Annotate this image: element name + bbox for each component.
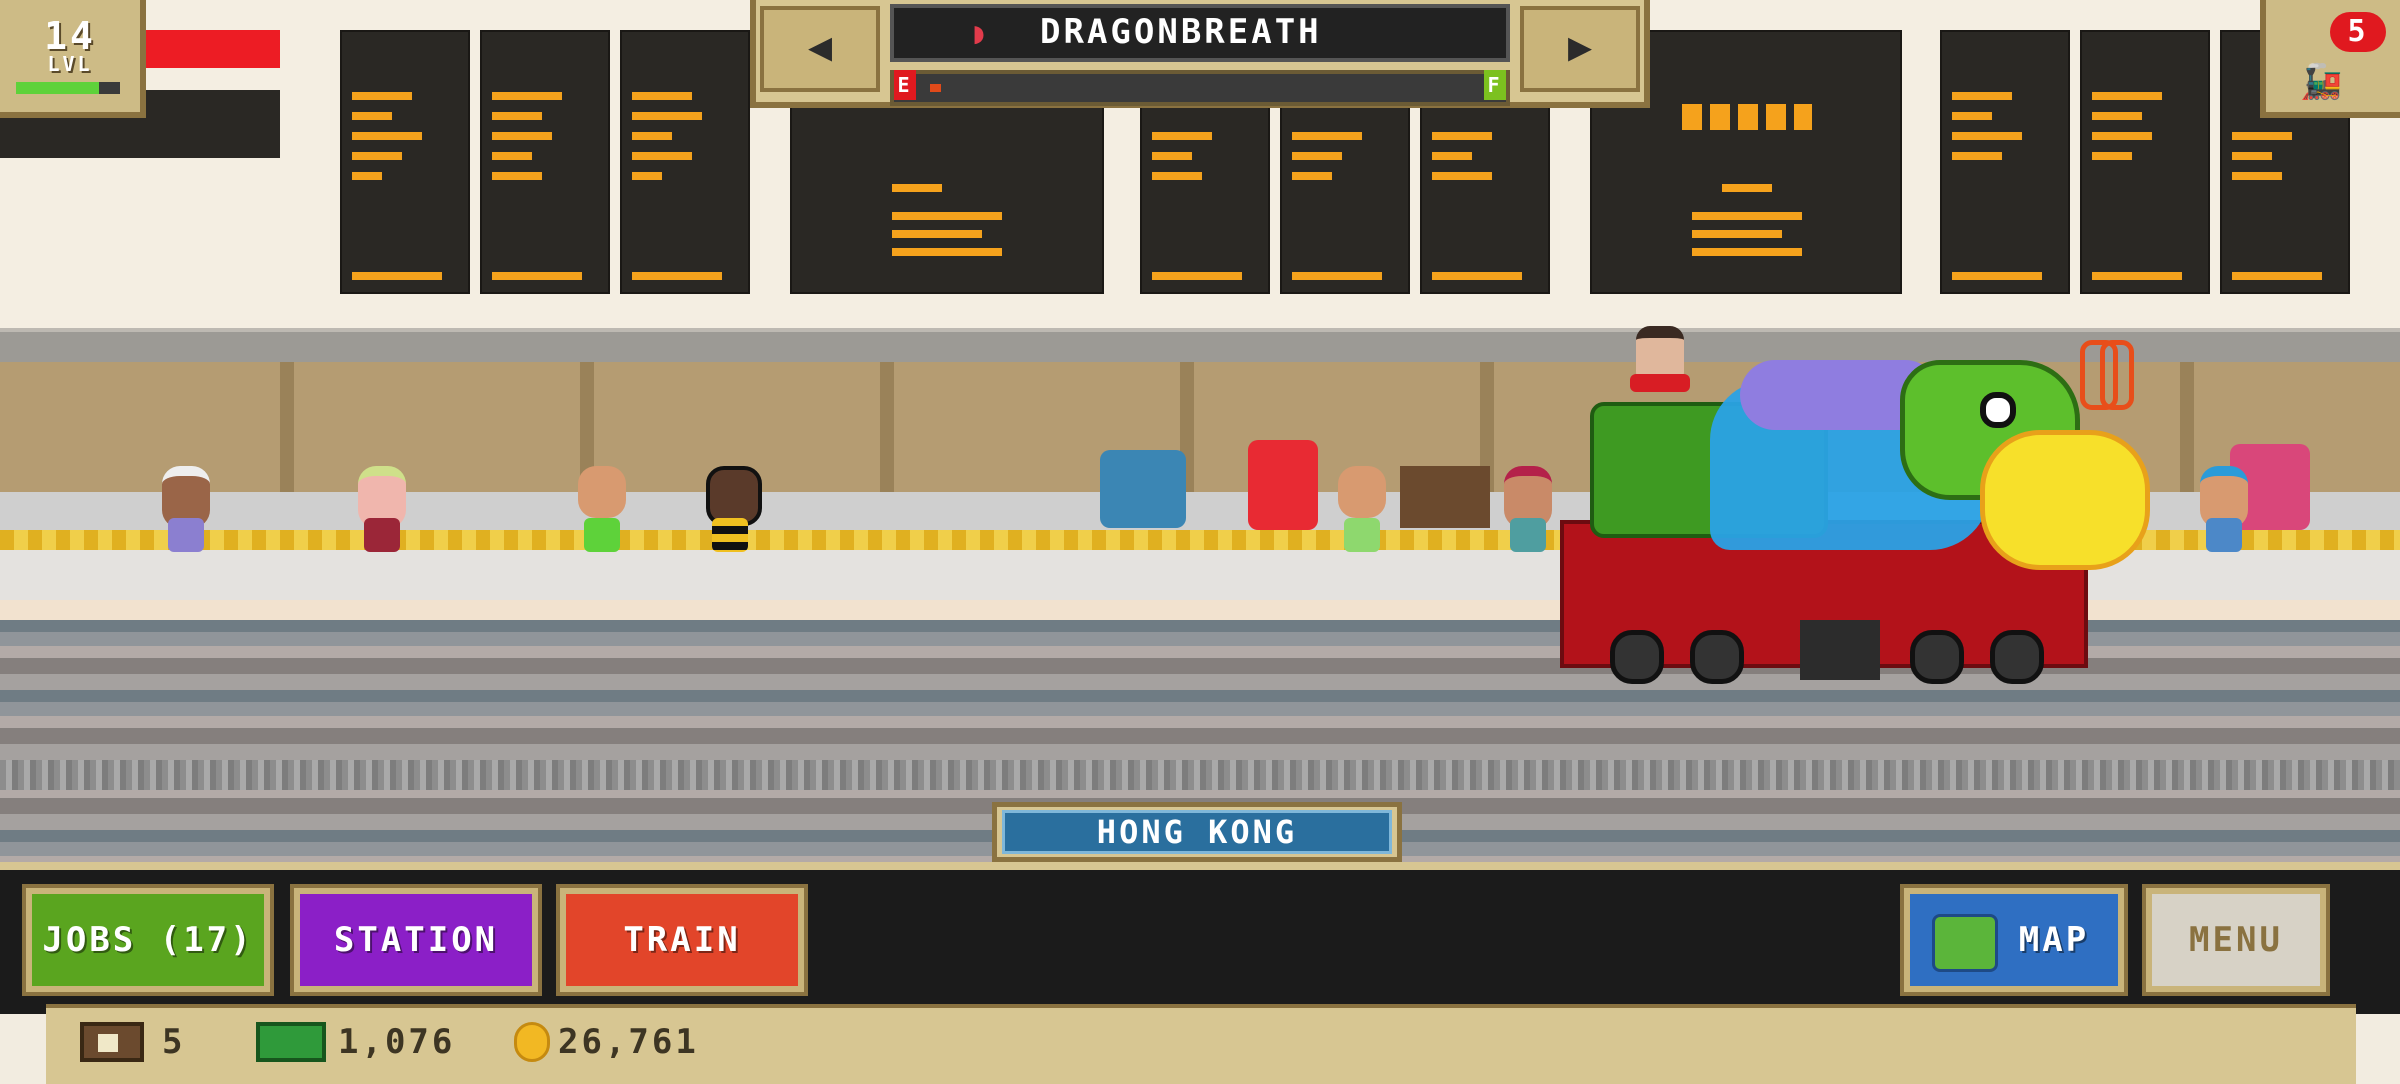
pillar (880, 362, 894, 494)
train-button-label: TRAIN (623, 920, 741, 960)
next-engine-button[interactable]: ▶ (1520, 6, 1640, 92)
dragon-head-icon: ◗ (970, 16, 989, 51)
station-button-label: STATION (333, 920, 499, 960)
locomotive-wheel (1990, 630, 2044, 684)
prev-engine-button[interactable]: ◀ (760, 6, 880, 92)
locomotive-wheel (1690, 630, 1744, 684)
arrow-left-icon: ◀ (807, 24, 833, 70)
menu-button[interactable]: MENU (2142, 884, 2330, 996)
passenger[interactable] (354, 466, 410, 562)
fuel-full-label: F (1484, 70, 1506, 100)
station-scene (0, 0, 2400, 870)
dragonbreath-locomotive[interactable] (1560, 320, 2160, 700)
departure-board (480, 30, 610, 294)
ticket-count: 5 (162, 1022, 186, 1062)
ticket-icon (80, 1022, 144, 1062)
level-label: LVL (47, 52, 93, 76)
jobs-button[interactable]: JOBS (17) (22, 884, 274, 996)
locomotive-wheel (1910, 630, 1964, 684)
engine-name: DRAGONBREATH (1040, 12, 1322, 52)
jobs-button-label: JOBS (17) (42, 920, 254, 960)
passenger[interactable] (574, 466, 630, 562)
departure-board (2080, 30, 2210, 294)
dragon-eye (1980, 392, 2016, 428)
cash-icon (256, 1022, 326, 1062)
dragon-beard (1980, 430, 2150, 570)
red-sign (140, 30, 280, 68)
station-name: HONG KONG (1002, 810, 1392, 854)
locomotive-wheel (1610, 630, 1664, 684)
passenger[interactable] (1500, 466, 1556, 562)
passenger[interactable] (158, 466, 214, 562)
fuel-empty-label: E (894, 70, 916, 100)
train-button[interactable]: TRAIN (556, 884, 808, 996)
map-button[interactable]: MAP (1900, 884, 2128, 996)
level-progress-fill (16, 82, 100, 94)
dragon-horn (2100, 340, 2134, 410)
pillar (280, 362, 294, 494)
coin-count: 26,761 (558, 1022, 699, 1062)
luggage-bag[interactable] (1100, 450, 1186, 528)
station-button[interactable]: STATION (290, 884, 542, 996)
map-icon (1932, 914, 1998, 972)
cash-count: 1,076 (338, 1022, 456, 1062)
departure-board (1940, 30, 2070, 294)
passenger-bee-costume[interactable] (702, 466, 762, 562)
fuel-gauge (890, 70, 1510, 106)
train-driver (1630, 326, 1690, 396)
coal-count: 5 (2330, 12, 2386, 52)
map-button-label: MAP (2018, 920, 2090, 960)
passenger[interactable] (2196, 466, 2252, 562)
fuel-gauge-fill (930, 84, 941, 92)
menu-button-label: MENU (2189, 920, 2283, 960)
coin-icon (514, 1022, 550, 1062)
luggage-suitcase[interactable] (1248, 440, 1318, 530)
passenger[interactable] (1334, 466, 1390, 562)
locomotive-icon: 🚂 (2300, 62, 2343, 102)
luggage-trunk[interactable] (1400, 466, 1490, 528)
arrow-right-icon: ▶ (1567, 24, 1593, 70)
pillar (2180, 362, 2194, 494)
departure-board (340, 30, 470, 294)
departure-board (620, 30, 750, 294)
locomotive-cylinder (1800, 620, 1880, 680)
track-gravel (0, 760, 2400, 790)
